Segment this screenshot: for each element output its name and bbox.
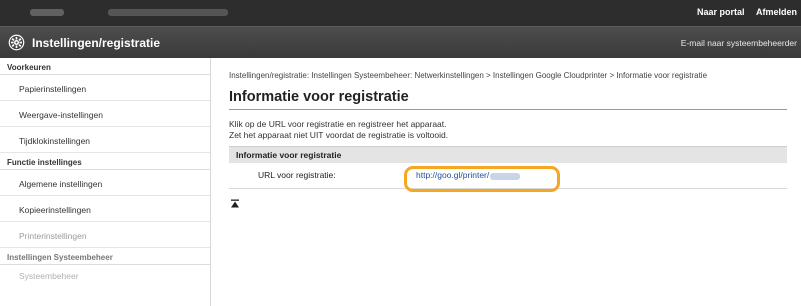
sidebar-section-system-management: Instellingen Systeembeheer [0,248,210,265]
sidebar-item-timer-settings[interactable]: Tijdklokinstellingen [0,127,210,153]
description-line-1: Klik op de URL voor registratie en regis… [229,119,447,129]
table-row: URL voor registratie: http://goo.gl/prin… [229,162,787,192]
sidebar-section-preferences: Voorkeuren [0,58,210,75]
description-line-2: Zet het apparaat niet UIT voordat de reg… [229,130,449,140]
blurred-device-info [108,9,228,16]
table-header: Informatie voor registratie [229,146,787,163]
sidebar-item-common-settings[interactable]: Algemene instellingen [0,170,210,196]
registration-info-table: Informatie voor registratie URL voor reg… [229,146,787,192]
sidebar-section-function-settings: Functie instellinges [0,153,210,170]
sidebar-item-printer-settings[interactable]: Printerinstellingen [0,222,210,248]
blurred-device-name [30,9,64,16]
sidebar-item-paper-settings[interactable]: Papierinstellingen [0,75,210,101]
title-divider [229,109,787,110]
page-header-title: Instellingen/registratie [32,36,161,50]
registration-url-text[interactable]: http://goo.gl/printer/ [416,170,489,180]
description: Klik op de URL voor registratie en regis… [229,119,801,141]
breadcrumb: Instellingen/registratie: Instellingen S… [229,71,708,80]
registration-url-cell: http://goo.gl/printer/ [404,162,787,192]
title-bar: Instellingen/registratie E-mail naar sys… [0,26,801,58]
sidebar: Voorkeuren Papierinstellingen Weergave-i… [0,58,211,306]
email-admin-link[interactable]: E-mail naar systeembeheerder [681,38,797,48]
page-title: Informatie voor registratie [229,89,409,105]
sidebar-item-system-management[interactable]: Systeembeheer [0,265,210,286]
logout-link[interactable]: Afmelden [756,7,797,17]
registration-url-label: URL voor registratie: [229,162,416,189]
top-links: Naar portal Afmelden [688,7,797,17]
main-content: Instellingen/registratie: Instellingen S… [212,58,801,306]
registration-url-link[interactable]: http://goo.gl/printer/ [416,170,521,180]
settings-gear-icon [8,34,25,51]
sidebar-item-display-settings[interactable]: Weergave-instellingen [0,101,210,127]
back-to-top-icon[interactable] [230,199,240,209]
blurred-url-suffix [490,172,521,180]
top-bar: Naar portal Afmelden [0,0,801,26]
portal-link[interactable]: Naar portal [697,7,745,17]
sidebar-item-copy-settings[interactable]: Kopieerinstellingen [0,196,210,222]
